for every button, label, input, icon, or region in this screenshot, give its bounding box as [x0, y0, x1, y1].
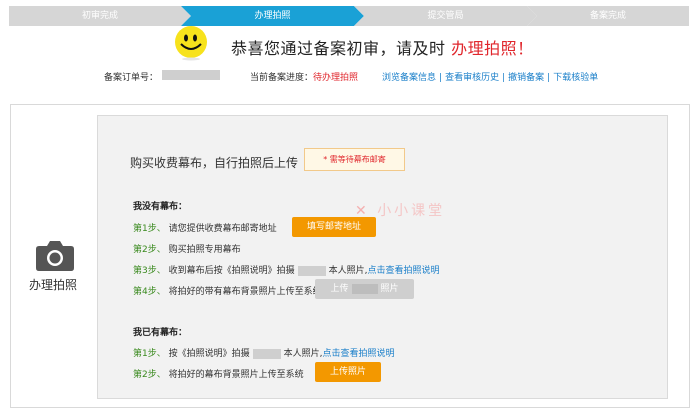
action-links: 浏览备案信息 | 查看审核历史 | 撤销备案 | 下载核验单: [382, 70, 598, 83]
step-text: 收到幕布后按《拍照说明》拍摄: [168, 266, 295, 276]
step-number: 第1步、: [133, 349, 166, 359]
redacted-name: [252, 348, 281, 359]
step-number: 第2步、: [133, 370, 166, 380]
order-number-label: 备案订单号：: [104, 73, 159, 83]
smiley-icon: [175, 26, 207, 61]
has-screen-step-2: 第2步、 将拍好的幕布背景照片上传至系统: [133, 367, 304, 380]
step-label: 初审完成: [81, 11, 118, 21]
headline-text: 恭喜您通过备案初审，请及时: [231, 39, 452, 58]
step-text: 将拍好的带有幕布背景照片上传至系统: [168, 287, 322, 297]
headline-highlight: 办理拍照！: [451, 39, 534, 58]
has-screen-step-1: 第1步、 按《拍照说明》拍摄 本人照片,点击查看拍照说明: [133, 346, 395, 359]
step-number: 第4步、: [133, 287, 166, 297]
step-number: 第3步、: [133, 266, 166, 276]
step-label: 办理拍照: [254, 11, 291, 21]
step-text: 将拍好的幕布背景照片上传至系统: [168, 370, 304, 380]
upload-photo-button[interactable]: 上传照片: [315, 362, 381, 382]
download-verification-link[interactable]: 下载核验单: [553, 73, 598, 83]
buy-screen-title: 购买收费幕布，自行拍照后上传: [130, 156, 299, 170]
no-screen-step-1: 第1步、 请您提供收费幕布邮寄地址: [133, 221, 277, 234]
step-number: 第1步、: [133, 224, 166, 234]
step-first-review-done: 初审完成: [9, 6, 191, 26]
step-text: 本人照片,: [328, 266, 368, 276]
progress-status: 待办理拍照: [313, 73, 359, 83]
step-number: 第2步、: [133, 245, 166, 255]
link-separator: |: [439, 73, 443, 83]
view-photo-guide-link[interactable]: 点击查看拍照说明: [323, 349, 395, 359]
no-screen-step-3: 第3步、 收到幕布后按《拍照说明》拍摄 本人照片,点击查看拍照说明: [133, 263, 440, 276]
progress-steps: 初审完成 办理拍照 提交管局 备案完成: [9, 6, 689, 26]
view-filing-info-link[interactable]: 浏览备案信息: [382, 73, 436, 83]
redacted-name: [297, 265, 326, 276]
view-photo-guide-link[interactable]: 点击查看拍照说明: [368, 266, 440, 276]
filing-progress: 当前备案进度：待办理拍照: [250, 70, 358, 83]
step-label: 备案完成: [589, 11, 626, 21]
mail-wait-notice: * 需等待幕布邮寄: [304, 148, 405, 171]
step-label: 提交管局: [427, 11, 464, 21]
button-label: 上传: [330, 284, 349, 294]
step-text: 购买拍照专用幕布: [168, 245, 241, 255]
step-text: 本人照片,: [283, 349, 323, 359]
step-text: 按《拍照说明》拍摄: [168, 349, 250, 359]
no-screen-step-2: 第2步、 购买拍照专用幕布: [133, 242, 241, 255]
redacted-name: [351, 283, 378, 294]
step-submit-bureau: 提交管局: [354, 6, 537, 26]
no-screen-title: 我没有幕布：: [133, 202, 188, 212]
view-review-history-link[interactable]: 查看审核历史: [445, 73, 499, 83]
link-separator: |: [547, 73, 551, 83]
watermark-text: 小小课堂: [377, 203, 446, 219]
camera-icon: [36, 241, 74, 271]
order-number-redacted: [162, 70, 220, 80]
link-separator: |: [502, 73, 506, 83]
progress-label: 当前备案进度：: [250, 73, 314, 83]
page-headline: 恭喜您通过备案初审，请及时 办理拍照！: [231, 35, 534, 59]
fill-mailing-address-button[interactable]: 填写邮寄地址: [292, 217, 376, 237]
cancel-filing-link[interactable]: 撤销备案: [508, 73, 544, 83]
no-screen-step-4: 第4步、 将拍好的带有幕布背景照片上传至系统: [133, 284, 322, 297]
step-text: 请您提供收费幕布邮寄地址: [168, 224, 277, 234]
step-filing-done: 备案完成: [527, 6, 689, 26]
side-title: 办理拍照: [29, 278, 78, 292]
has-screen-title: 我已有幕布：: [133, 328, 188, 338]
upload-photo-button-disabled: 上传 照片: [315, 279, 414, 299]
button-label: 照片: [380, 284, 399, 294]
